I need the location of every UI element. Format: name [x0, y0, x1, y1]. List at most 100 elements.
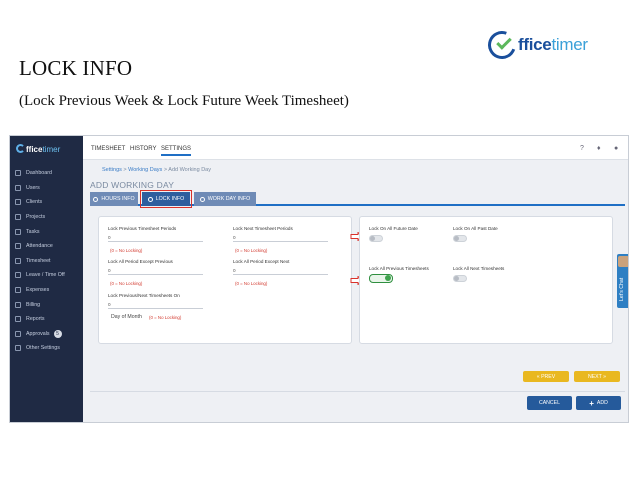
sidebar-item-label: Projects	[26, 214, 46, 221]
subtab-hours-info[interactable]: HOURS INFO	[90, 192, 138, 206]
lock-prev-periods-label: Lock Previous Timesheet Periods	[108, 226, 177, 231]
lock-all-except-next-hint: (0 = No Locking)	[235, 281, 268, 286]
toggle-knob	[370, 236, 375, 241]
sidebar-logo-text: ffice	[26, 145, 43, 154]
slide-title: LOCK INFO	[19, 56, 133, 80]
lock-prev-timesheets-label: Lock All Previous Timesheets	[369, 266, 429, 271]
lock-future-date-label: Lock On All Future Date	[369, 226, 418, 231]
lock-next-periods-hint: (0 = No Locking)	[235, 248, 268, 253]
section-tab-bar: HOURS INFO LOCK INFO WORK DAY INFO	[90, 190, 625, 208]
day-of-month-label: Day of Month	[111, 314, 142, 320]
bell-icon[interactable]: ♦	[597, 145, 601, 152]
tab-history[interactable]: HISTORY	[130, 146, 156, 152]
sidebar-item-label: Other Settings	[26, 345, 60, 352]
settings-icon	[15, 345, 21, 352]
lock-periods-panel: Lock Previous Timesheet Periods 0 (0 = N…	[98, 216, 352, 344]
sidebar-item-dashboard[interactable]: Dashboard	[10, 166, 83, 181]
sidebar-item-approvals[interactable]: Approvals 5	[10, 327, 83, 342]
sidebar-item-label: Timesheet	[26, 257, 51, 264]
sidebar-item-label: Leave / Time Off	[26, 272, 65, 279]
logo-text: ffice	[518, 35, 552, 54]
subtab-label: WORK DAY INFO	[207, 196, 251, 202]
lock-all-except-prev-input[interactable]: 0	[108, 268, 203, 275]
sidebar-item-projects[interactable]: Projects	[10, 210, 83, 225]
lock-prev-timesheets-toggle[interactable]	[369, 274, 393, 283]
add-button-label: ADD	[596, 400, 608, 406]
prev-button[interactable]: « PREV	[523, 371, 569, 382]
sidebar-item-label: Approvals	[26, 330, 50, 337]
breadcrumb-working-days[interactable]: Working Days	[128, 167, 162, 173]
lock-future-date-toggle[interactable]	[369, 235, 383, 242]
lock-all-except-next-label: Lock All Period Except Next	[233, 259, 290, 264]
clock-icon	[93, 196, 99, 202]
lock-all-except-prev-hint: (0 = No Locking)	[110, 281, 143, 286]
sidebar-item-leave[interactable]: Leave / Time Off	[10, 268, 83, 283]
breadcrumb: Settings > Working Days > Add Working Da…	[102, 167, 211, 173]
calendar-icon	[199, 196, 205, 202]
chat-widget[interactable]: Let's Chat	[617, 254, 628, 308]
sidebar-item-label: Users	[26, 184, 40, 191]
lock-next-periods-label: Lock Next Timesheet Periods	[233, 226, 293, 231]
lock-prev-periods-input[interactable]: 0	[108, 235, 203, 242]
lock-next-timesheets-toggle[interactable]	[453, 275, 467, 282]
breadcrumb-current: Add Working Day	[168, 167, 211, 173]
sidebar-item-reports[interactable]: Reports	[10, 312, 83, 327]
user-icon[interactable]: ●	[614, 145, 618, 152]
sidebar-item-billing[interactable]: Billing	[10, 297, 83, 312]
add-button[interactable]: + ADD	[576, 396, 621, 410]
sidebar-item-clients[interactable]: Clients	[10, 195, 83, 210]
attendance-icon	[15, 243, 21, 250]
reports-icon	[15, 316, 21, 323]
avatar	[618, 256, 628, 267]
approvals-count-badge: 5	[53, 329, 62, 338]
users-icon	[15, 184, 21, 191]
lock-prev-next-on-label: Lock Previous/Next Timesheets On	[108, 293, 180, 298]
approvals-icon	[15, 330, 21, 337]
cancel-button[interactable]: CANCEL	[527, 396, 572, 410]
lock-next-periods-input[interactable]: 0	[233, 235, 328, 242]
lock-past-date-toggle[interactable]	[453, 235, 467, 242]
lock-all-except-next-input[interactable]: 0	[233, 268, 328, 275]
tab-timesheet[interactable]: TIMESHEET	[91, 146, 125, 152]
next-button[interactable]: NEXT »	[574, 371, 620, 382]
lock-icon	[147, 196, 153, 202]
sidebar-item-label: Dashboard	[26, 170, 52, 177]
sidebar-item-other-settings[interactable]: Other Settings	[10, 341, 83, 356]
sidebar-item-timesheet[interactable]: Timesheet	[10, 254, 83, 269]
subtab-work-day-info[interactable]: WORK DAY INFO	[194, 192, 256, 206]
lock-prev-next-on-input[interactable]: 0	[108, 302, 203, 309]
sidebar-item-tasks[interactable]: Tasks	[10, 224, 83, 239]
billing-icon	[15, 301, 21, 308]
clients-icon	[15, 199, 21, 206]
page-title: ADD WORKING DAY	[90, 180, 175, 190]
logo-text-accent: timer	[551, 35, 588, 54]
sidebar-item-label: Reports	[26, 316, 45, 323]
toggle-knob	[385, 275, 391, 281]
subtab-lock-info[interactable]: LOCK INFO	[140, 190, 192, 208]
projects-icon	[15, 214, 21, 221]
lock-all-except-prev-label: Lock All Period Except Previous	[108, 259, 173, 264]
timesheet-icon	[15, 257, 21, 264]
sidebar-logo-icon	[16, 144, 25, 153]
tab-settings[interactable]: SETTINGS	[161, 146, 192, 156]
sidebar: fficetimer Dashboard Users Clients Proje…	[10, 136, 83, 422]
breadcrumb-settings[interactable]: Settings	[102, 167, 122, 173]
subtab-label: HOURS INFO	[101, 196, 135, 202]
sidebar-logo-accent: timer	[42, 145, 61, 154]
leave-icon	[15, 272, 21, 279]
lock-prev-periods-hint: (0 = No Locking)	[110, 248, 143, 253]
chat-label: Let's Chat	[619, 277, 625, 301]
sidebar-item-attendance[interactable]: Attendance	[10, 239, 83, 254]
sidebar-logo: fficetimer	[10, 136, 83, 164]
help-icon[interactable]: ?	[580, 145, 584, 152]
top-nav-bar: TIMESHEET HISTORY SETTINGS ? ♦ ●	[83, 136, 628, 160]
expenses-icon	[15, 287, 21, 294]
sidebar-item-users[interactable]: Users	[10, 181, 83, 196]
tasks-icon	[15, 228, 21, 235]
sidebar-item-expenses[interactable]: Expenses	[10, 283, 83, 298]
dashboard-icon	[15, 170, 21, 177]
slide-subtitle: (Lock Previous Week & Lock Future Week T…	[19, 93, 349, 109]
breadcrumb-separator: >	[163, 167, 168, 173]
lock-toggles-panel: Lock On All Future Date Lock On All Past…	[359, 216, 613, 344]
lock-past-date-label: Lock On All Past Date	[453, 226, 498, 231]
